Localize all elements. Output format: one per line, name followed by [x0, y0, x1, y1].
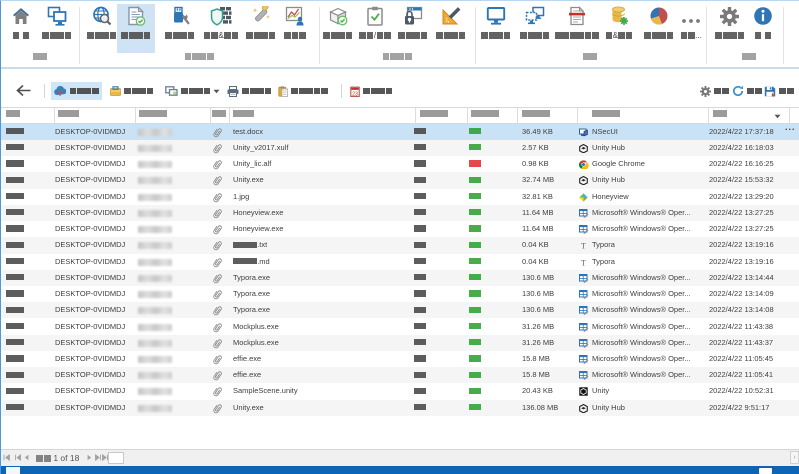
- svg-text:T: T: [581, 242, 586, 251]
- svg-text:23: 23: [352, 91, 358, 97]
- svg-text:T: T: [581, 258, 586, 267]
